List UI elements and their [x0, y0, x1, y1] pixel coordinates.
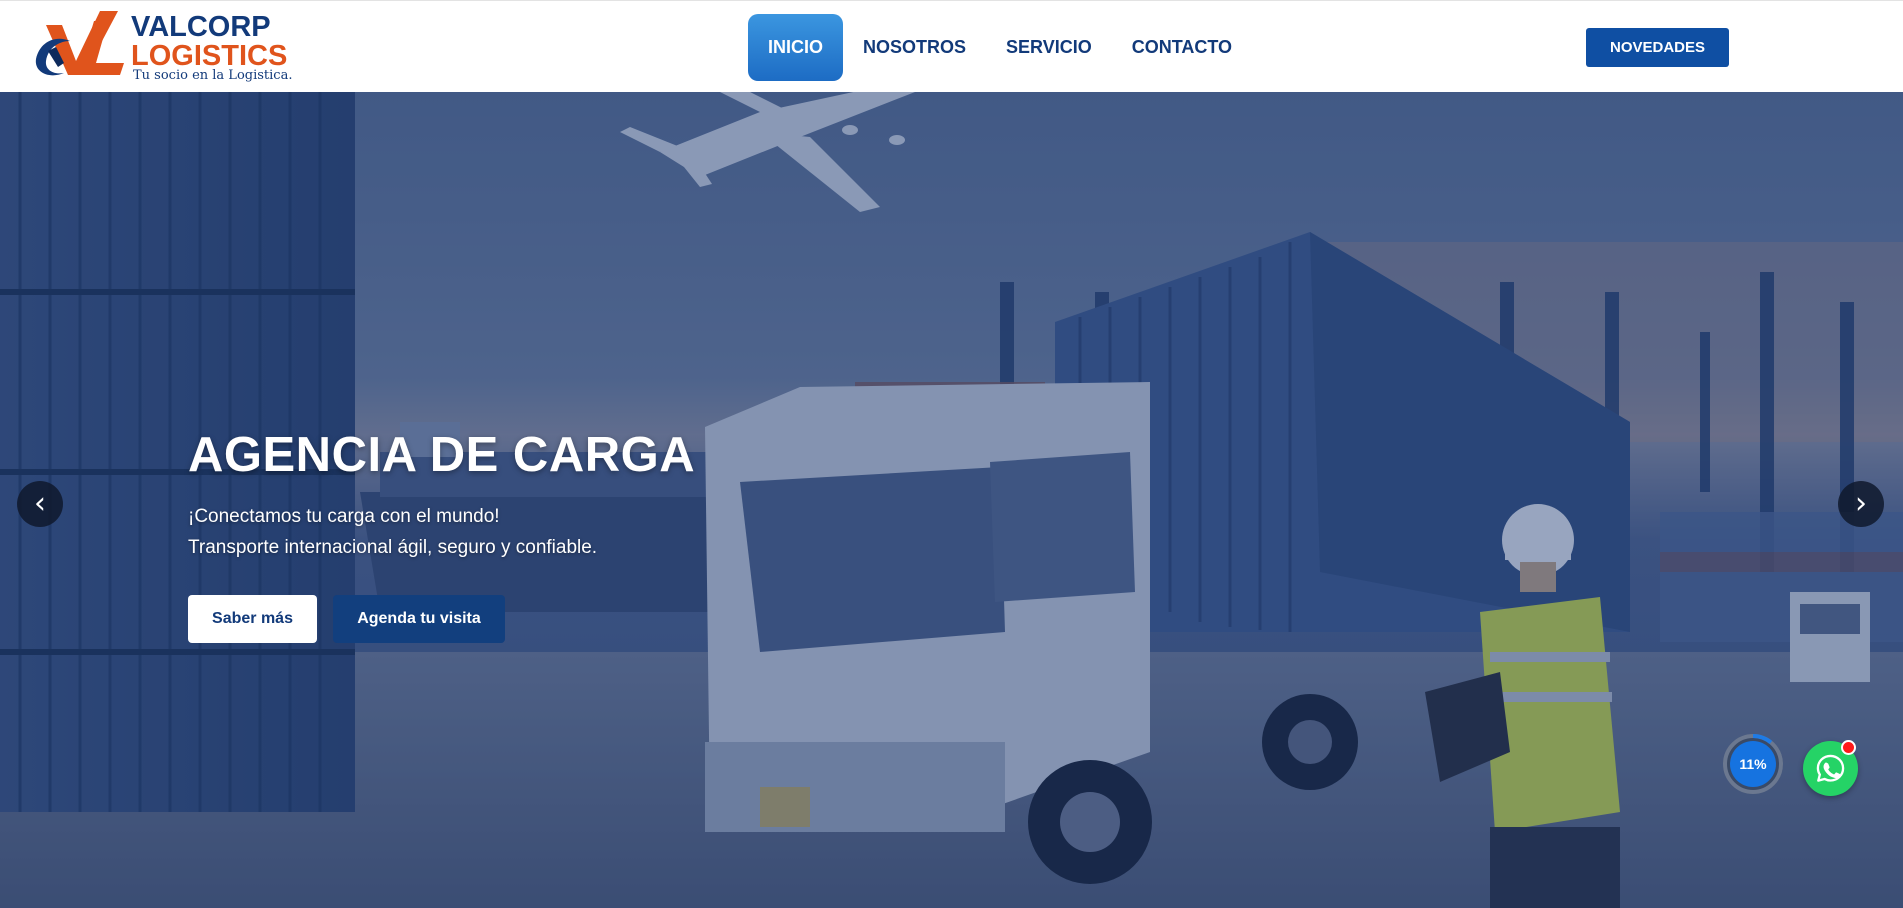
hero-subtitle-line2: Transporte internacional ágil, seguro y …	[188, 537, 598, 558]
notification-dot	[1841, 740, 1856, 755]
logo-mark-icon	[35, 11, 124, 76]
hero-slider: AGENCIA DE CARGA ¡Conectamos tu carga co…	[0, 92, 1903, 908]
saber-mas-button[interactable]: Saber más	[188, 595, 317, 643]
slider-next-arrow[interactable]: ›	[1838, 481, 1884, 527]
progress-percent-label: 11%	[1739, 756, 1767, 772]
nav-item-servicio[interactable]: SERVICIO	[986, 14, 1112, 81]
main-nav: INICIO NOSOTROS SERVICIO CONTACTO	[748, 14, 1252, 81]
site-header: VALCORP LOGISTICS Tu socio en la Logisti…	[0, 0, 1903, 92]
slider-prev-arrow[interactable]: ‹	[17, 481, 63, 527]
agenda-visita-button[interactable]: Agenda tu visita	[333, 595, 505, 643]
hero-blue-overlay	[0, 92, 1903, 908]
nav-item-nosotros[interactable]: NOSOTROS	[843, 14, 986, 81]
chevron-left-icon: ‹	[34, 486, 46, 521]
scroll-progress-badge[interactable]: 11%	[1721, 732, 1785, 796]
logo-tagline: Tu socio en la Logistica.	[133, 68, 293, 83]
hero-subtitle-line1: ¡Conectamos tu carga con el mundo!	[188, 506, 500, 527]
whatsapp-icon	[1816, 754, 1845, 782]
valcorp-logo[interactable]: VALCORP LOGISTICS Tu socio en la Logisti…	[34, 11, 304, 87]
novedades-button[interactable]: NOVEDADES	[1586, 28, 1729, 67]
nav-item-contacto[interactable]: CONTACTO	[1112, 14, 1252, 81]
logo-wordmark-valcorp: VALCORP	[131, 11, 271, 43]
nav-item-inicio[interactable]: INICIO	[748, 14, 843, 81]
hero-title: AGENCIA DE CARGA	[188, 428, 696, 482]
chevron-right-icon: ›	[1855, 486, 1867, 521]
